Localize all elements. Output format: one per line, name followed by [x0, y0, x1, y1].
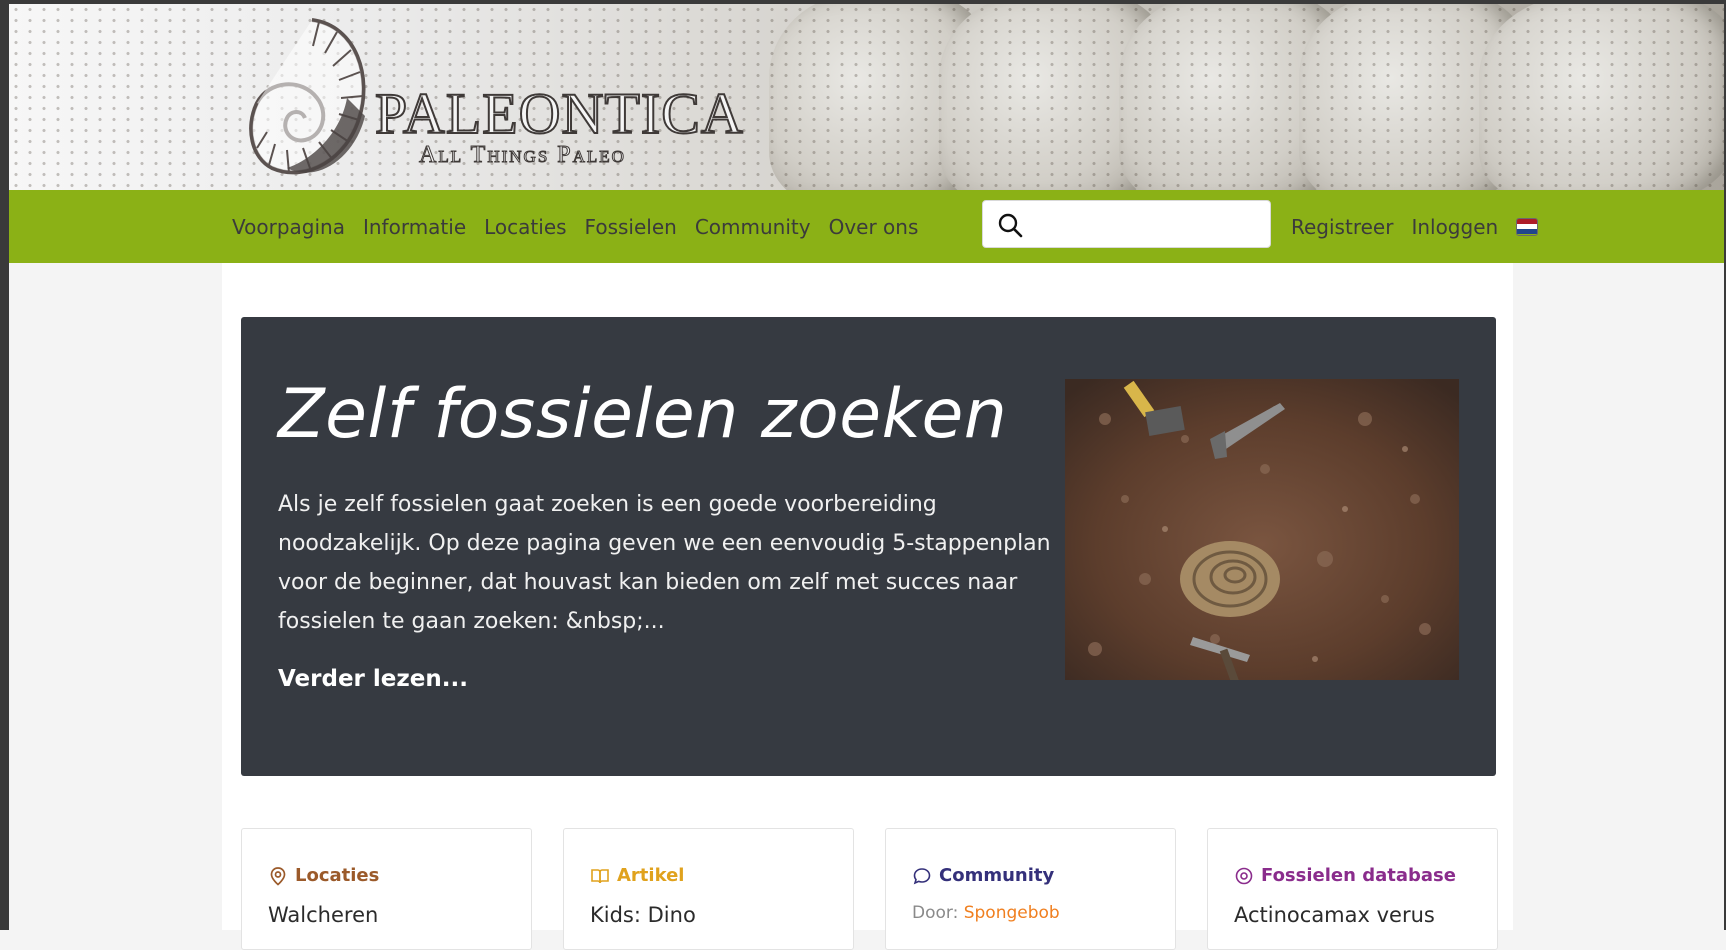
card-category: Locaties — [268, 865, 379, 886]
card-locaties[interactable]: Locaties Walcheren — [241, 828, 532, 950]
brand-name: PALEONTICA — [374, 80, 744, 147]
card-title[interactable]: Kids: Dino — [590, 903, 696, 927]
book-icon — [591, 868, 609, 883]
card-artikel[interactable]: Artikel Kids: Dino — [563, 828, 854, 950]
ammonite-logo-icon — [249, 18, 366, 175]
nav-item-locaties[interactable]: Locaties — [484, 215, 566, 239]
card-title[interactable]: Walcheren — [268, 903, 378, 927]
card-category-label: Fossielen database — [1261, 865, 1456, 886]
fossil-dig-photo — [1065, 379, 1459, 680]
card-category: Community — [912, 865, 1054, 886]
card-category-label: Artikel — [617, 865, 685, 886]
card-community[interactable]: Community Door: Spongebob — [885, 828, 1176, 950]
author-link[interactable]: Spongebob — [964, 903, 1060, 923]
card-category-label: Locaties — [295, 865, 380, 886]
card-fossielen-database[interactable]: Fossielen database Actinocamax verus — [1207, 828, 1498, 950]
card-category: Fossielen database — [1234, 865, 1456, 886]
nav-item-fossielen[interactable]: Fossielen — [585, 215, 677, 239]
eye-icon — [1235, 867, 1253, 884]
hero-title: Zelf fossielen zoeken — [278, 375, 1008, 454]
account-links: Registreer Inloggen — [1291, 190, 1539, 263]
search-box[interactable] — [982, 200, 1271, 248]
card-title[interactable]: Actinocamax verus — [1234, 903, 1435, 927]
window-frame-left — [0, 0, 9, 930]
nav-item-community[interactable]: Community — [695, 215, 811, 239]
register-link[interactable]: Registreer — [1291, 215, 1393, 239]
card-category-label: Community — [939, 865, 1055, 886]
card-author-line: Door: Spongebob — [912, 903, 1060, 923]
hero-image[interactable] — [1065, 379, 1459, 680]
nav-item-voorpagina[interactable]: Voorpagina — [232, 215, 345, 239]
nav-links: Voorpagina Informatie Locaties Fossielen… — [232, 190, 918, 263]
hero-excerpt: Als je zelf fossielen gaat zoeken is een… — [278, 492, 1051, 634]
featured-article: Zelf fossielen zoeken Als je zelf fossie… — [241, 317, 1496, 776]
search-input[interactable] — [1033, 209, 1262, 241]
header-banner: PALEONTICA All Things Paleo — [9, 4, 1724, 190]
nav-item-informatie[interactable]: Informatie — [363, 215, 466, 239]
card-category: Artikel — [590, 865, 684, 886]
author-prefix: Door: — [912, 903, 964, 923]
search-icon[interactable] — [997, 212, 1023, 238]
chat-bubble-icon — [913, 867, 931, 884]
map-pin-icon — [270, 866, 286, 886]
read-more-link[interactable]: Verder lezen... — [278, 666, 468, 692]
brand-tagline: All Things Paleo — [419, 142, 626, 169]
site-logo[interactable]: PALEONTICA All Things Paleo — [247, 8, 744, 186]
main-navigation: Voorpagina Informatie Locaties Fossielen… — [9, 190, 1724, 263]
nl-flag-icon[interactable] — [1516, 217, 1539, 236]
login-link[interactable]: Inloggen — [1411, 215, 1498, 239]
nav-item-over-ons[interactable]: Over ons — [829, 215, 919, 239]
